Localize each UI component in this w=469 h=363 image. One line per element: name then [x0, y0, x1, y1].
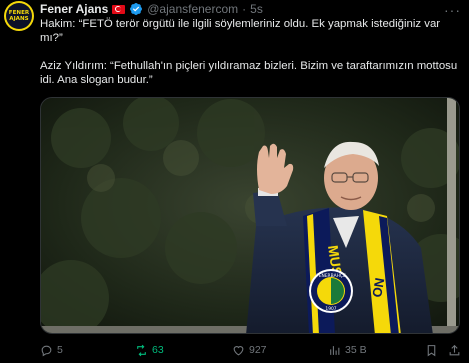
like-button[interactable]: 927: [232, 342, 267, 358]
tweet-text: Hakim: “FETÖ terör örgütü ile ilgili söy…: [40, 17, 460, 87]
bookmark-icon: [427, 344, 436, 356]
share-icon: [449, 344, 460, 355]
crest-text-top: FENERBAHÇE: [316, 273, 346, 279]
photo-illustration: MUS ON FENERBAHÇE 1907: [41, 98, 459, 333]
retweet-button[interactable]: 63: [135, 342, 164, 358]
reply-button[interactable]: 5: [40, 342, 63, 358]
separator-dot: ·: [242, 2, 247, 16]
tweet-photo[interactable]: MUS ON FENERBAHÇE 1907: [40, 97, 460, 334]
author-name[interactable]: Fener Ajans: [40, 2, 108, 16]
tweet[interactable]: FENER AJANS Fener Ajans @ajansfenercom ·…: [0, 0, 469, 363]
reply-count: 5: [57, 344, 63, 356]
share-button[interactable]: [448, 342, 461, 358]
tweet-text-line: Hakim: “FETÖ terör örgütü ile ilgili söy…: [40, 18, 441, 30]
verified-badge-icon: [130, 3, 143, 15]
reply-icon: [41, 345, 52, 356]
turkey-flag-icon: [112, 4, 126, 14]
retweet-icon: [137, 344, 146, 356]
tweet-text-line: idi. Ana slogan budur.”: [40, 74, 153, 86]
tweet-header: Fener Ajans @ajansfenercom · 5s: [40, 1, 263, 17]
author-handle[interactable]: @ajansfenercom: [147, 2, 238, 16]
tweet-text-line: Aziz Yıldırım: “Fethullah'ın piçleri yıl…: [40, 60, 458, 72]
views-button[interactable]: 35 B: [328, 342, 367, 358]
more-options-icon[interactable]: ···: [444, 2, 461, 18]
avatar-logo: FENER AJANS: [6, 3, 32, 29]
tweet-text-line: mı?”: [40, 32, 63, 44]
like-count: 927: [249, 344, 267, 356]
crest-text-bottom: 1907: [325, 306, 336, 312]
fenerbahce-crest-icon: FENERBAHÇE 1907: [309, 269, 353, 313]
bookmark-button[interactable]: [425, 342, 438, 358]
timestamp[interactable]: 5s: [250, 2, 263, 16]
views-icon: [330, 345, 340, 355]
views-count: 35 B: [345, 344, 367, 356]
avatar-text-bottom: AJANS: [9, 16, 29, 22]
tweet-actions: 5 63 927 35 B: [40, 342, 465, 358]
avatar[interactable]: FENER AJANS: [4, 1, 34, 31]
heart-icon: [233, 345, 244, 355]
retweet-count: 63: [152, 344, 164, 356]
